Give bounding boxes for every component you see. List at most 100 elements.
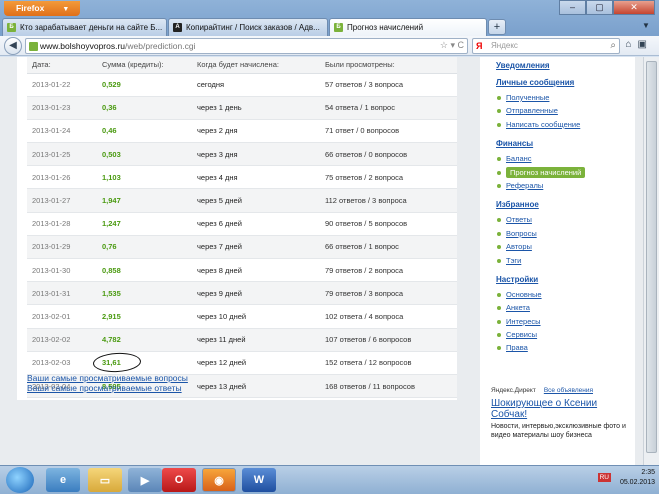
popular-questions-link[interactable]: Ваши самые просматриваемые вопросы — [27, 373, 188, 383]
maximize-button[interactable]: ▢ — [586, 0, 613, 15]
vertical-scrollbar[interactable] — [643, 57, 659, 465]
cell-date: 2013-01-30 — [27, 258, 97, 283]
ad-title[interactable]: Шокирующее о Ксении Собчак! — [491, 398, 635, 420]
bookmark-star-icon[interactable]: ☆ ▾ C — [440, 40, 464, 51]
sidebar-item-main[interactable]: Основные — [496, 288, 635, 301]
opera-icon[interactable]: O — [162, 468, 196, 492]
sidebar-item-referrals[interactable]: Рефералы — [496, 179, 635, 192]
cell-date: 2013-01-26 — [27, 165, 97, 190]
cell-date: 2013-02-01 — [27, 304, 97, 329]
sidebar-item-interests[interactable]: Интересы — [496, 315, 635, 328]
sidebar-item-rights[interactable]: Права — [496, 341, 635, 354]
cell-viewed: 90 ответов / 5 вопросов — [320, 212, 457, 236]
browser-titlebar: Firefox ▼ – ▢ ✕ Б Кто зарабатывает деньги… — [0, 0, 659, 36]
sidebar-item-balance[interactable]: Баланс — [496, 152, 635, 165]
tab-strip: Б Кто зарабатывает деньги на сайте Б... … — [2, 18, 506, 36]
sidebar: Уведомления Личные сообщения Полученные … — [480, 57, 635, 387]
search-box[interactable]: Я Яндекс ⌕ — [472, 38, 620, 54]
cell-when: через 8 дней — [192, 258, 320, 283]
site-identity-icon — [29, 42, 38, 51]
sidebar-notifications[interactable]: Уведомления — [496, 61, 635, 70]
list-all-tabs-icon[interactable]: ▼ — [639, 21, 653, 33]
system-tray: RU 2:35 05.02.2013 — [597, 468, 655, 488]
cell-when: через 1 день — [192, 96, 320, 120]
sidebar-favorites-title[interactable]: Избранное — [496, 200, 635, 209]
sidebar-settings-title[interactable]: Настройки — [496, 275, 635, 284]
ad-text: Новости, интервью,эксклюзивные фото и ви… — [491, 423, 626, 439]
cell-viewed: 152 ответа / 12 вопросов — [320, 351, 457, 375]
cell-viewed: 102 ответа / 4 вопроса — [320, 304, 457, 329]
tab-copywriting[interactable]: A Копирайтинг / Поиск заказов / Адв... ✕ — [168, 18, 328, 36]
search-icon[interactable]: ⌕ — [610, 39, 616, 53]
sidebar-messages-title[interactable]: Личные сообщения — [496, 78, 635, 87]
column-header-viewed: Были просмотрены: — [320, 57, 457, 74]
start-button[interactable] — [6, 467, 34, 493]
new-tab-button[interactable]: + — [488, 19, 506, 35]
popular-answers-link[interactable]: Ваши самые просматриваемые ответы — [27, 383, 188, 393]
sidebar-item-profile[interactable]: Анкета — [496, 301, 635, 314]
url-path: /web/prediction.cgi — [125, 41, 196, 51]
home-icon[interactable]: ⌂ — [626, 39, 638, 50]
cell-when: через 5 дней — [192, 188, 320, 213]
cell-date: 2013-01-29 — [27, 235, 97, 260]
back-arrow-icon[interactable]: ◀ — [4, 37, 22, 55]
folder-icon[interactable]: ▭ — [88, 468, 122, 492]
tab-bolshoyvopros[interactable]: Б Кто зарабатывает деньги на сайте Б... … — [2, 18, 167, 36]
minimize-button[interactable]: – — [559, 0, 586, 15]
sidebar-item-write[interactable]: Написать сообщение — [496, 118, 635, 131]
sidebar-item-sent[interactable]: Отправленные — [496, 104, 635, 117]
sidebar-finance-title[interactable]: Финансы — [496, 139, 635, 148]
circled-sum: 31,61 — [102, 358, 121, 368]
ie-icon[interactable]: e — [46, 468, 80, 492]
sidebar-item-answers[interactable]: Ответы — [496, 213, 635, 226]
chevron-down-icon: ▼ — [62, 6, 70, 13]
bookmarks-icon[interactable]: ▣ — [638, 39, 653, 50]
toolbar-icons: ⌂▣ — [626, 39, 654, 50]
tab-prediction[interactable]: Б Прогноз начислений — [329, 18, 487, 36]
tray-clock[interactable]: 2:35 05.02.2013 — [620, 468, 655, 488]
black-a-icon: A — [173, 23, 182, 32]
column-header-date: Дата: — [27, 57, 97, 74]
cell-when: сегодня — [192, 73, 320, 97]
sidebar-item-received[interactable]: Полученные — [496, 91, 635, 104]
all-ads-link[interactable]: Все объявления — [544, 387, 593, 394]
cell-when: через 7 дней — [192, 235, 320, 260]
cell-when: через 13 дней — [192, 374, 320, 399]
column-header-sum: Сумма (кредиты): — [97, 57, 192, 74]
yandex-direct-ad: Яндекс.Директ Все объявления Шокирующее о… — [480, 384, 635, 465]
firefox-icon[interactable]: ◉ — [202, 468, 236, 492]
table-row: 2013-02-01 2,915 через 10 дней 102 ответа /… — [27, 304, 457, 329]
word-icon[interactable]: W — [242, 468, 276, 492]
yandex-icon: Я — [476, 41, 483, 51]
clock-date: 05.02.2013 — [619, 479, 655, 486]
cell-date: 2013-01-23 — [27, 96, 97, 120]
cell-viewed: 107 ответов / 6 вопросов — [320, 328, 457, 352]
cell-date: 2013-01-27 — [27, 188, 97, 213]
url-host: www.bolshoyvopros.ru — [40, 41, 126, 51]
green-b-icon: Б — [7, 23, 16, 32]
table-row: 2013-01-22 0,529 сегодня 57 ответов / 3 воп… — [27, 73, 457, 97]
address-bar[interactable]: www.bolshoyvopros.ru/web/prediction.cgi … — [25, 38, 468, 54]
cell-when: через 9 дней — [192, 281, 320, 306]
firefox-menu-button[interactable]: Firefox ▼ — [4, 1, 80, 16]
ad-source[interactable]: Яндекс.Директ — [491, 387, 536, 394]
language-indicator[interactable]: RU — [597, 473, 611, 482]
scrollbar-thumb[interactable] — [646, 61, 657, 453]
green-b-icon: Б — [334, 23, 343, 32]
sidebar-item-authors[interactable]: Авторы — [496, 240, 635, 253]
sidebar-item-services[interactable]: Сервисы — [496, 328, 635, 341]
sidebar-item-tags[interactable]: Тэги — [496, 254, 635, 267]
cell-date: 2013-01-24 — [27, 119, 97, 144]
page-content: Дата: Сумма (кредиты): Когда будет начис… — [0, 57, 659, 465]
close-window-button[interactable]: ✕ — [613, 0, 655, 15]
table-row: 2013-01-26 1,103 через 4 дня 75 ответов / 2… — [27, 165, 457, 190]
tab-label: Копирайтинг / Поиск заказов / Адв... — [186, 23, 320, 32]
sidebar-item-questions[interactable]: Вопросы — [496, 227, 635, 240]
media-player-icon[interactable]: ▶ — [128, 468, 162, 492]
close-tab-icon[interactable]: ✕ — [326, 23, 327, 32]
cell-sum: 2,915 — [97, 304, 192, 329]
cell-when: через 10 дней — [192, 304, 320, 329]
table-row: 2013-01-24 0,46 через 2 дня 71 ответ / 0 во… — [27, 119, 457, 144]
sidebar-item-prediction[interactable]: Прогноз начислений — [496, 166, 635, 179]
cell-date: 2013-02-02 — [27, 328, 97, 352]
